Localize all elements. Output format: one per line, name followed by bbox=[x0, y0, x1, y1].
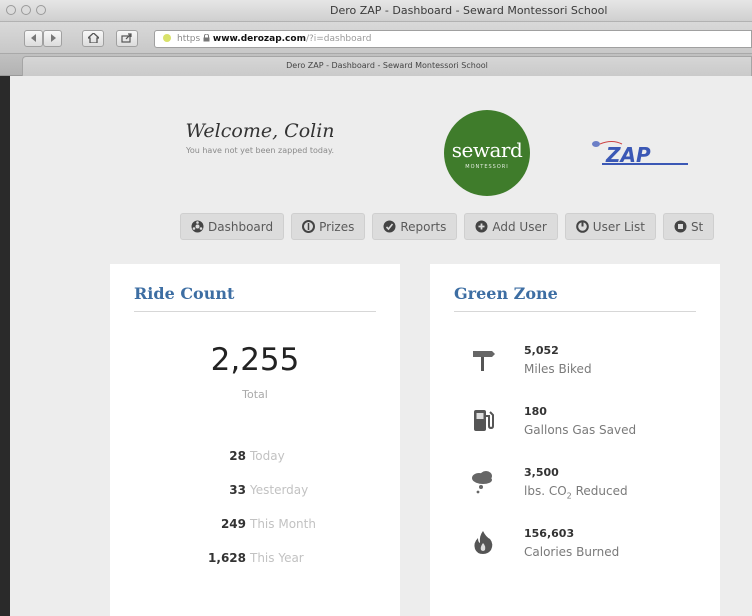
zoom-window-button[interactable] bbox=[36, 5, 46, 15]
user-list-icon bbox=[575, 220, 589, 233]
school-logo-text: seward bbox=[451, 138, 523, 162]
forward-button[interactable] bbox=[43, 30, 62, 47]
flame-icon bbox=[474, 531, 493, 554]
ride-stat-month: 249 This Month bbox=[134, 507, 376, 541]
green-item-value: 156,603 bbox=[524, 527, 575, 540]
window-title: Dero ZAP - Dashboard - Seward Montessori… bbox=[330, 4, 608, 17]
browser-toolbar: https www.derozap.com/?i=dashboard bbox=[0, 22, 752, 54]
green-item-gas: 180 Gallons Gas Saved bbox=[454, 399, 696, 460]
url-path: /?i=dashboard bbox=[305, 34, 372, 44]
address-bar[interactable]: https www.derozap.com/?i=dashboard bbox=[154, 30, 752, 48]
green-item-value: 5,052 bbox=[524, 344, 559, 357]
nav-prizes[interactable]: Prizes bbox=[291, 213, 366, 240]
home-button[interactable] bbox=[82, 30, 104, 47]
green-item-calories: 156,603 Calories Burned bbox=[454, 521, 696, 582]
school-logo: seward MONTESSORI bbox=[444, 110, 530, 196]
green-item-label: Gallons Gas Saved bbox=[524, 423, 637, 437]
window-titlebar: Dero ZAP - Dashboard - Seward Montessori… bbox=[0, 0, 752, 22]
gas-pump-icon bbox=[474, 410, 494, 431]
main-nav: Dashboard Prizes Reports Add User User L… bbox=[180, 213, 715, 240]
signpost-icon bbox=[473, 351, 495, 371]
ride-total-value: 2,255 bbox=[210, 342, 300, 378]
zap-logo: ZAP bbox=[592, 141, 688, 167]
green-item-co2: 3,500 lbs. CO2 Reduced bbox=[454, 460, 696, 521]
ride-stat-value: 249 bbox=[220, 517, 246, 531]
back-button[interactable] bbox=[24, 30, 43, 47]
nav-reports[interactable]: Reports bbox=[372, 213, 458, 240]
window-controls bbox=[6, 5, 46, 15]
site-favicon bbox=[163, 34, 171, 42]
green-item-label: lbs. CO2 Reduced bbox=[524, 484, 628, 500]
close-window-button[interactable] bbox=[6, 5, 16, 15]
tab-bar: Dero ZAP - Dashboard - Seward Montessori… bbox=[0, 54, 752, 76]
cloud-icon bbox=[472, 471, 492, 494]
add-icon bbox=[475, 220, 488, 233]
url-scheme: https bbox=[177, 34, 201, 44]
nav-user-list-label: User List bbox=[592, 219, 645, 234]
nav-reports-label: Reports bbox=[400, 219, 447, 234]
reports-icon bbox=[383, 220, 396, 233]
welcome-block: Welcome, Colin You have not yet been zap… bbox=[150, 120, 370, 155]
nav-add-user[interactable]: Add User bbox=[464, 213, 558, 240]
green-item-label: Miles Biked bbox=[524, 362, 592, 376]
forward-arrow-icon bbox=[50, 34, 56, 42]
school-logo-subtext: MONTESSORI bbox=[465, 164, 509, 170]
green-zone-title: Green Zone bbox=[454, 284, 558, 303]
ride-stat-value: 33 bbox=[229, 483, 246, 497]
back-arrow-icon bbox=[30, 34, 36, 42]
minimize-window-button[interactable] bbox=[21, 5, 31, 15]
divider bbox=[134, 311, 376, 312]
green-item-miles: 5,052 Miles Biked bbox=[454, 338, 696, 399]
share-button[interactable] bbox=[116, 30, 138, 47]
ride-stat-label: This Month bbox=[250, 517, 316, 531]
dashboard-icon bbox=[191, 220, 204, 233]
nav-dashboard-label: Dashboard bbox=[208, 219, 274, 234]
divider bbox=[454, 311, 696, 312]
green-zone-list: 5,052 Miles Biked 180 Gallons Gas Saved … bbox=[454, 338, 696, 582]
ride-count-card: Ride Count 2,255 Total 28 Today 33 Yeste… bbox=[110, 264, 400, 616]
ride-total-label: Total bbox=[242, 388, 268, 401]
green-item-value: 3,500 bbox=[524, 466, 559, 479]
nav-prizes-label: Prizes bbox=[319, 219, 355, 234]
ride-stats-list: 28 Today 33 Yesterday 249 This Month 1,6… bbox=[134, 439, 376, 575]
share-icon bbox=[121, 33, 132, 43]
green-item-value: 180 bbox=[524, 405, 547, 418]
ride-stat-label: This Year bbox=[250, 551, 304, 565]
green-item-label: Calories Burned bbox=[524, 545, 620, 559]
ride-stat-year: 1,628 This Year bbox=[134, 541, 376, 575]
welcome-subtitle: You have not yet been zapped today. bbox=[186, 146, 334, 155]
green-zone-card: Green Zone 5,052 Miles Biked 180 Gallons… bbox=[430, 264, 720, 616]
co2-label-suffix: Reduced bbox=[571, 484, 628, 498]
nav-user-list[interactable]: User List bbox=[564, 213, 656, 240]
lock-icon bbox=[203, 33, 210, 42]
ride-stat-value: 28 bbox=[229, 449, 246, 463]
ride-stat-yesterday: 33 Yesterday bbox=[134, 473, 376, 507]
tab-dashboard[interactable]: Dero ZAP - Dashboard - Seward Montessori… bbox=[22, 56, 752, 76]
home-icon bbox=[85, 32, 101, 44]
settings-icon bbox=[674, 220, 687, 233]
nav-stats[interactable]: St bbox=[662, 213, 715, 240]
ride-stat-today: 28 Today bbox=[134, 439, 376, 473]
ride-stat-label: Yesterday bbox=[250, 483, 309, 497]
page-content: Welcome, Colin You have not yet been zap… bbox=[10, 76, 752, 616]
prize-icon bbox=[302, 220, 316, 233]
nav-add-user-label: Add User bbox=[492, 219, 547, 234]
welcome-title: Welcome, Colin bbox=[185, 120, 335, 142]
ride-count-title: Ride Count bbox=[134, 284, 235, 303]
ride-stat-label: Today bbox=[250, 449, 285, 463]
co2-label-prefix: lbs. CO bbox=[524, 484, 567, 498]
nav-stats-label: St bbox=[690, 219, 704, 234]
nav-dashboard[interactable]: Dashboard bbox=[180, 213, 285, 240]
url-host: www.derozap.com bbox=[212, 34, 306, 44]
ride-stat-value: 1,628 bbox=[208, 551, 246, 565]
